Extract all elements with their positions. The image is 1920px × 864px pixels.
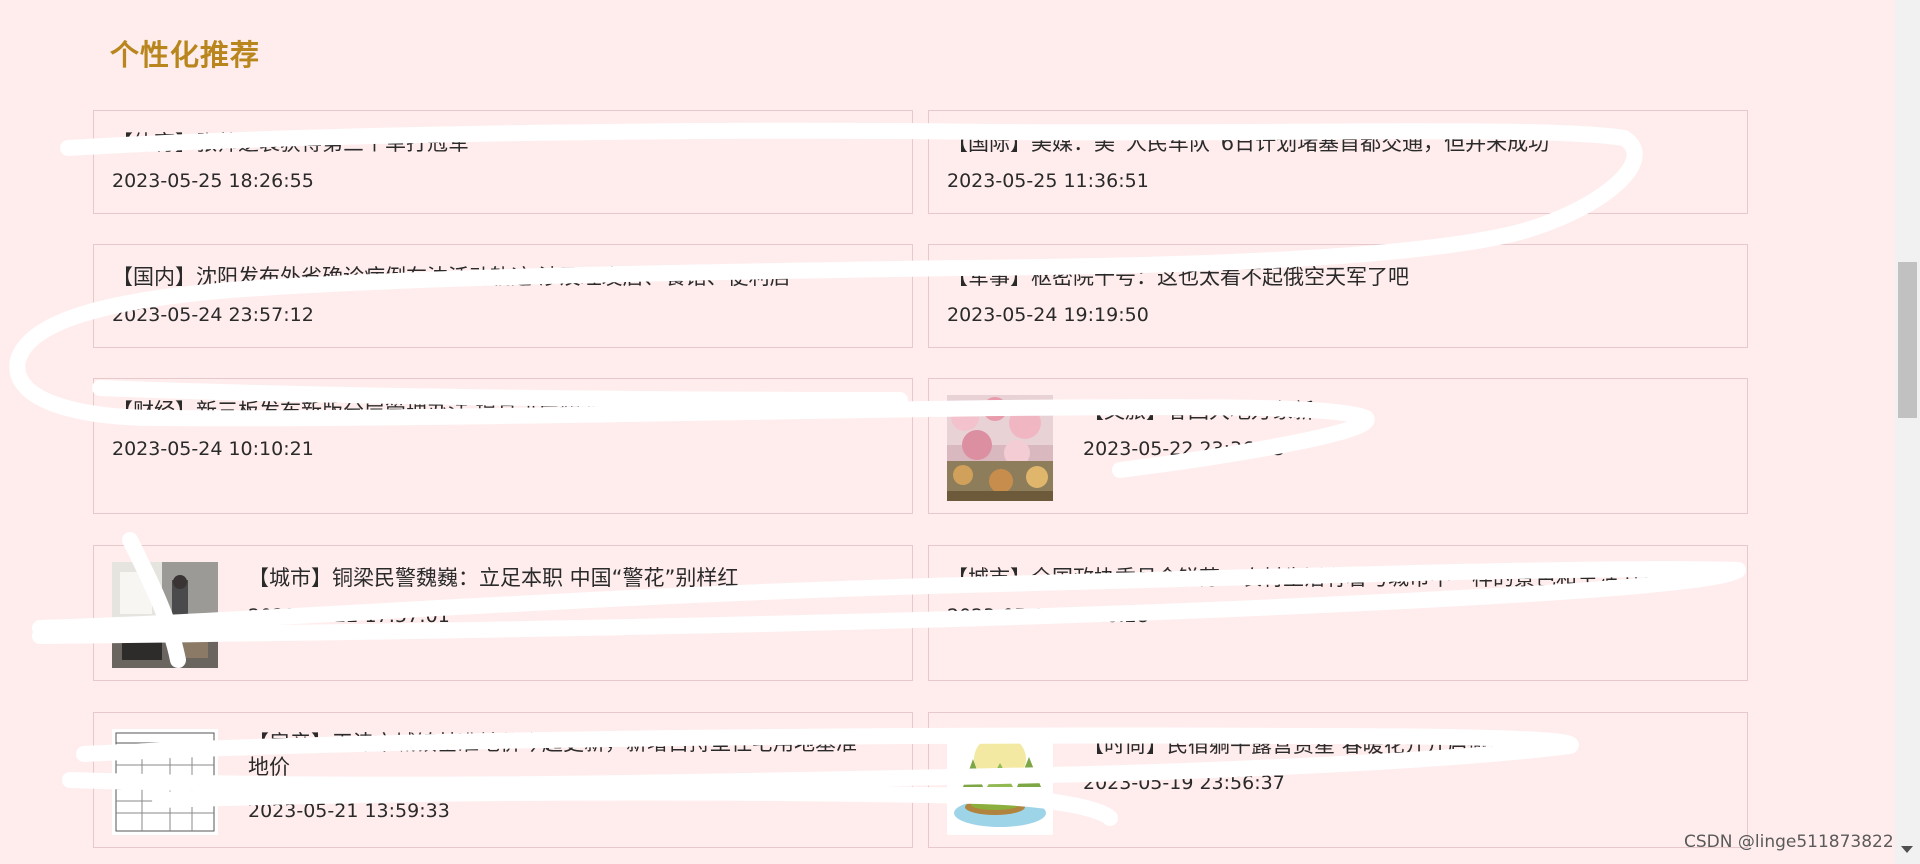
news-thumbnail[interactable] [112, 562, 218, 668]
news-title[interactable]: 【体育】张帅逆袭获得第三个单打冠军 [112, 129, 469, 157]
news-title[interactable]: 【城市】全国政协委员金锐芬：农村生活有着与城市不一样的景色和生活节奏 [947, 564, 1661, 592]
news-title[interactable]: 【文旅】春回大地万象新 [1083, 397, 1314, 425]
news-title[interactable]: 【国内】沈阳发布外省确诊病例在沈活动轨迹 涉及理发店、餐馆、便利店 [112, 263, 791, 291]
news-card[interactable]: 【国际】美媒：美“人民车队”6日计划堵塞首都交通，但并未成功 2023-05-2… [928, 110, 1748, 214]
news-card[interactable]: 【国内】沈阳发布外省确诊病例在沈活动轨迹 涉及理发店、餐馆、便利店 2023-0… [93, 244, 913, 348]
news-card[interactable]: 【财经】新三板发布新版分层管理办法 提高进层频次 新增研发类标准 2023-05… [93, 378, 913, 514]
news-time: 2023-05-22 17:57:01 [248, 605, 450, 627]
news-time: 2023-05-22 23:36:23 [1083, 438, 1285, 460]
news-card[interactable]: 【房产】天津市城镇基准地价今起更新，新增自持型住宅用地基准地价 2023-05-… [93, 712, 913, 848]
news-title[interactable]: 【国际】美媒：美“人民车队”6日计划堵塞首都交通，但并未成功 [947, 129, 1549, 157]
scrollbar-thumb[interactable] [1898, 262, 1917, 418]
news-thumbnail[interactable] [947, 729, 1053, 835]
news-title[interactable]: 【房产】天津市城镇基准地价今起更新，新增自持型住宅用地基准地价 [248, 731, 868, 779]
news-card[interactable]: 【体育】张帅逆袭获得第三个单打冠军 2023-05-25 18:26:55 [93, 110, 913, 214]
news-card[interactable]: 【城市】全国政协委员金锐芬：农村生活有着与城市不一样的景色和生活节奏 2023-… [928, 545, 1748, 681]
news-time: 2023-05-24 10:10:21 [112, 438, 314, 460]
news-thumbnail[interactable] [112, 729, 218, 835]
section-title: 个性化推荐 [110, 38, 261, 72]
news-time: 2023-05-21 13:59:33 [248, 800, 450, 822]
document-table-icon [112, 729, 218, 835]
news-time: 2023-05-22 16:16:28 [947, 605, 1149, 627]
news-time: 2023-05-24 23:57:12 [112, 304, 314, 326]
news-card[interactable]: 【文旅】春回大地万象新 2023-05-22 23:36:23 [928, 378, 1748, 514]
news-time: 2023-05-25 11:36:51 [947, 170, 1149, 192]
news-time: 2023-05-25 18:26:55 [112, 170, 314, 192]
news-title[interactable]: 【时尚】民宿躺平露营赏星 春暖花开开启微度假 [1083, 731, 1531, 759]
news-title[interactable]: 【财经】新三板发布新版分层管理办法 提高进层频次 新增研发类标准 [112, 397, 755, 425]
news-card[interactable]: 【城市】铜梁民警魏巍：立足本职 中国“警花”别样红 2023-05-22 17:… [93, 545, 913, 681]
news-thumbnail[interactable] [947, 395, 1053, 501]
vertical-scrollbar[interactable] [1895, 0, 1920, 864]
blossom-photo-icon [947, 395, 1053, 501]
news-card[interactable]: 【军事】枢密院十号：这也太看不起俄空天军了吧 2023-05-24 19:19:… [928, 244, 1748, 348]
news-time: 2023-05-19 23:56:37 [1083, 772, 1285, 794]
news-card[interactable]: 【时尚】民宿躺平露营赏星 春暖花开开启微度假 2023-05-19 23:56:… [928, 712, 1748, 848]
news-time: 2023-05-24 19:19:50 [947, 304, 1149, 326]
camping-illustration-icon [947, 729, 1053, 835]
news-title[interactable]: 【城市】铜梁民警魏巍：立足本职 中国“警花”别样红 [248, 564, 738, 592]
watermark: CSDN @linge511873822 [1684, 832, 1894, 852]
office-photo-icon [112, 562, 218, 668]
news-title[interactable]: 【军事】枢密院十号：这也太看不起俄空天军了吧 [947, 263, 1409, 291]
scroll-down-arrow-icon[interactable] [1901, 846, 1913, 853]
